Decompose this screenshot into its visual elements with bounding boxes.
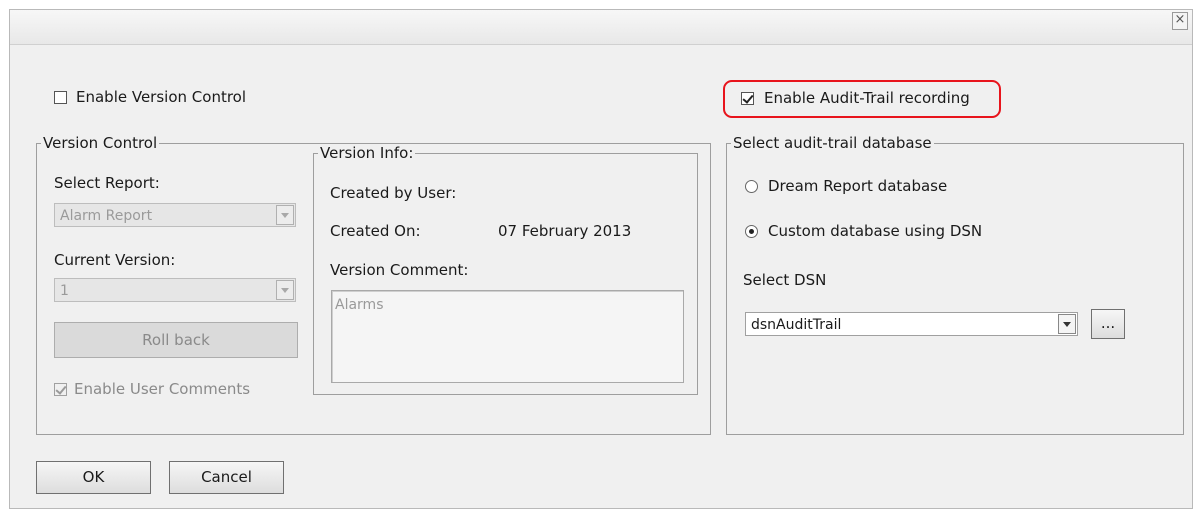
select-dsn-label: Select DSN [743, 271, 827, 289]
version-comment-label: Version Comment: [330, 261, 469, 279]
enable-audit-trail-checkbox[interactable] [741, 92, 754, 105]
enable-user-comments-label: Enable User Comments [74, 380, 251, 398]
dsn-value: dsnAuditTrail [751, 317, 842, 333]
select-report-label: Select Report: [54, 174, 160, 192]
created-by-label: Created by User: [330, 184, 457, 202]
version-comment-textarea[interactable]: Alarms [331, 290, 684, 383]
enable-version-control-label: Enable Version Control [76, 88, 247, 106]
cancel-button[interactable]: Cancel [169, 461, 284, 494]
enable-audit-trail-label: Enable Audit-Trail recording [764, 89, 970, 107]
chevron-down-icon[interactable] [1058, 314, 1076, 334]
enable-user-comments-checkbox[interactable] [54, 383, 67, 396]
browse-dsn-button[interactable]: ... [1091, 309, 1125, 339]
version-control-legend: Version Control [41, 134, 160, 152]
close-icon[interactable]: × [1172, 12, 1188, 30]
version-info-legend: Version Info: [318, 144, 416, 162]
current-version-value: 1 [60, 283, 69, 299]
enable-version-control-checkbox[interactable] [54, 91, 67, 104]
current-version-label: Current Version: [54, 251, 176, 269]
dream-report-radio[interactable] [745, 180, 758, 193]
chevron-down-icon[interactable] [276, 205, 294, 225]
title-bar: × [10, 10, 1192, 45]
ok-button[interactable]: OK [36, 461, 151, 494]
chevron-down-icon[interactable] [276, 280, 294, 300]
dream-report-label: Dream Report database [768, 177, 948, 195]
custom-dsn-radio[interactable] [745, 225, 758, 238]
created-on-label: Created On: [330, 222, 421, 240]
audit-db-legend: Select audit-trail database [731, 134, 934, 152]
current-version-combo[interactable]: 1 [54, 278, 296, 302]
select-report-combo[interactable]: Alarm Report [54, 203, 296, 227]
rollback-button[interactable]: Roll back [54, 322, 298, 358]
custom-dsn-label: Custom database using DSN [768, 222, 983, 240]
audit-trail-dialog: × Enable Version Control Enable Audit-Tr… [9, 9, 1193, 509]
select-report-value: Alarm Report [60, 208, 153, 224]
dsn-select[interactable]: dsnAuditTrail [745, 312, 1078, 336]
created-on-value: 07 February 2013 [498, 222, 632, 240]
